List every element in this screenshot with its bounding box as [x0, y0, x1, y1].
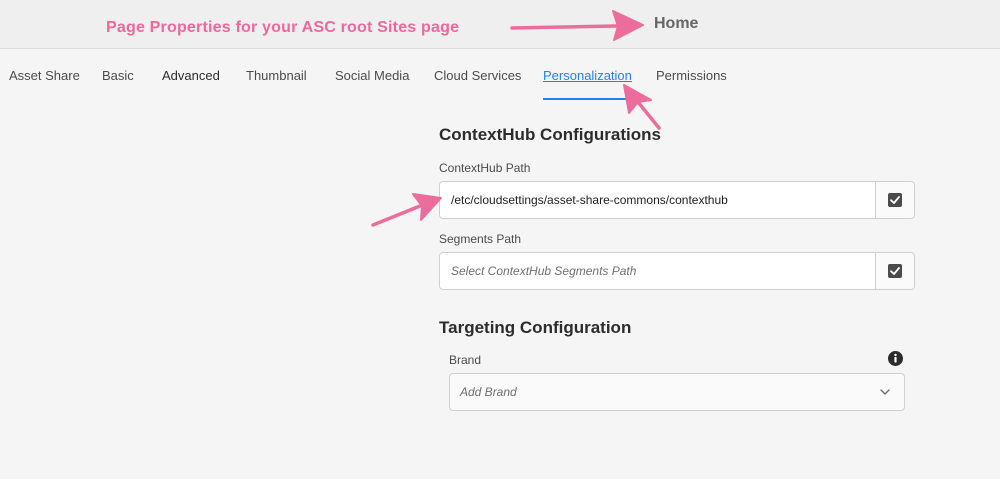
contexthub-path-picker-button[interactable]	[876, 182, 914, 218]
contexthub-heading: ContextHub Configurations	[439, 125, 661, 144]
segments-path-input[interactable]: Select ContextHub Segments Path	[440, 253, 876, 289]
contexthub-path-field: /etc/cloudsettings/asset-share-commons/c…	[439, 181, 915, 219]
tab-bar: Asset Share Basic Advanced Thumbnail Soc…	[0, 50, 1000, 100]
contexthub-path-label: ContextHub Path	[439, 161, 531, 175]
chevron-down-icon	[880, 389, 890, 395]
targeting-heading: Targeting Configuration	[439, 318, 632, 337]
arrow-to-path-head	[412, 193, 442, 221]
tab-social-media[interactable]: Social Media	[335, 68, 409, 83]
page-title: Home	[654, 15, 699, 32]
tab-asset-share[interactable]: Asset Share	[9, 68, 80, 83]
active-tab-indicator	[543, 98, 626, 100]
info-icon[interactable]	[888, 351, 903, 366]
tab-permissions[interactable]: Permissions	[656, 68, 727, 83]
brand-label: Brand	[449, 353, 482, 367]
segments-path-picker-button[interactable]	[876, 253, 914, 289]
brand-select[interactable]: Add Brand	[449, 373, 905, 411]
tab-basic[interactable]: Basic	[102, 68, 134, 83]
checkbox-checked-icon	[888, 193, 902, 207]
arrow-to-path-shaft	[371, 204, 422, 227]
tab-personalization[interactable]: Personalization	[543, 68, 632, 83]
segments-path-label: Segments Path	[439, 232, 522, 246]
segments-path-field: Select ContextHub Segments Path	[439, 252, 915, 290]
tab-advanced[interactable]: Advanced	[162, 68, 220, 83]
top-bar: Page Properties for your ASC root Sites …	[0, 0, 1000, 49]
tab-thumbnail[interactable]: Thumbnail	[246, 68, 307, 83]
annotation-text: Page Properties for your ASC root Sites …	[106, 19, 460, 36]
brand-select-placeholder: Add Brand	[460, 385, 517, 399]
checkbox-checked-icon	[888, 264, 902, 278]
contexthub-path-input[interactable]: /etc/cloudsettings/asset-share-commons/c…	[440, 182, 876, 218]
tab-cloud-services[interactable]: Cloud Services	[434, 68, 521, 83]
